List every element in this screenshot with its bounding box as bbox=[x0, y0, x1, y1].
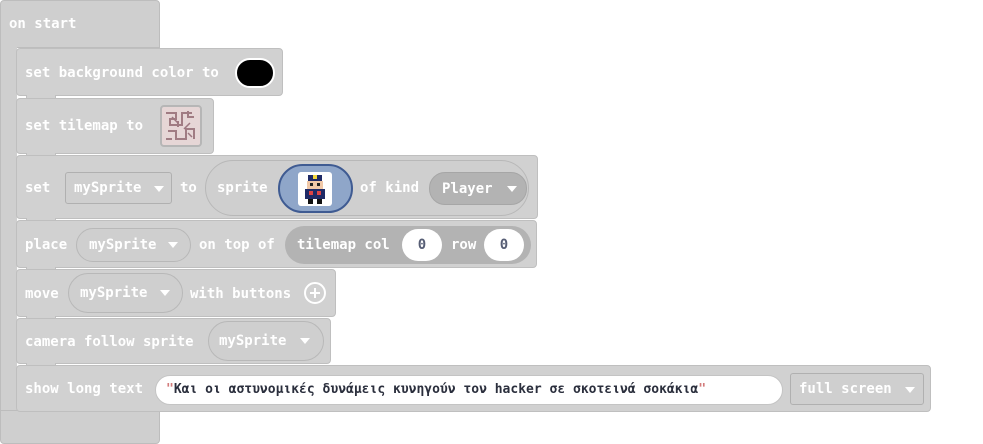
text-input[interactable]: "Και οι αστυνομικές δυνάμεις κυνηγούν το… bbox=[155, 375, 783, 405]
set-label: set bbox=[25, 180, 51, 196]
to-label: to bbox=[180, 180, 197, 196]
row-value: 0 bbox=[499, 237, 509, 253]
show-long-text-label: show long text bbox=[25, 381, 144, 397]
row-input[interactable]: 0 bbox=[484, 229, 524, 261]
chevron-down-icon bbox=[507, 186, 517, 192]
on-start-label: on start bbox=[9, 16, 77, 32]
set-background-color-label: set background color to bbox=[25, 65, 219, 81]
camera-follow-label: camera follow sprite bbox=[25, 334, 194, 350]
variable-dropdown[interactable]: mySprite bbox=[208, 321, 324, 361]
color-swatch[interactable] bbox=[235, 58, 275, 88]
tilemap-location-reporter[interactable]: tilemap col 0 row 0 bbox=[285, 226, 531, 264]
set-tilemap-block[interactable]: set tilemap to bbox=[16, 98, 214, 154]
dialog-layout-dropdown[interactable]: full screen bbox=[790, 373, 924, 405]
tilemap-thumbnail-icon[interactable] bbox=[160, 105, 202, 147]
variable-name: mySprite bbox=[89, 237, 157, 253]
chevron-down-icon bbox=[168, 242, 178, 248]
variable-dropdown[interactable]: mySprite bbox=[68, 273, 183, 313]
with-buttons-label: with buttons bbox=[190, 286, 292, 302]
variable-name: mySprite bbox=[80, 285, 148, 301]
sprite-of-kind-reporter[interactable]: sprite of kind Player bbox=[205, 160, 529, 216]
add-circle-icon[interactable] bbox=[304, 282, 326, 304]
sprite-image-icon[interactable] bbox=[278, 164, 353, 213]
kind-dropdown[interactable]: Player bbox=[429, 172, 527, 205]
set-background-color-block[interactable]: set background color to bbox=[16, 48, 283, 96]
tilemap-col-label: tilemap col bbox=[297, 237, 390, 253]
place-on-top-block[interactable]: place mySprite on top of tilemap col 0 r… bbox=[16, 220, 537, 268]
place-label: place bbox=[25, 237, 68, 253]
move-label: move bbox=[25, 286, 59, 302]
on-start-hat-block[interactable]: on start bbox=[0, 0, 160, 48]
close-quote: " bbox=[698, 382, 707, 397]
column-value: 0 bbox=[417, 237, 427, 253]
variable-dropdown[interactable]: mySprite bbox=[76, 228, 191, 262]
text-value: Και οι αστυνομικές δυνάμεις κυνηγούν τον… bbox=[173, 382, 699, 397]
move-with-buttons-block[interactable]: move mySprite with buttons bbox=[16, 269, 336, 317]
show-long-text-block[interactable]: show long text "Και οι αστυνομικές δυνάμ… bbox=[16, 365, 931, 412]
open-quote: " bbox=[166, 382, 174, 397]
set-tilemap-label: set tilemap to bbox=[25, 118, 144, 134]
set-sprite-block[interactable]: set mySprite to sprite of kind Player bbox=[16, 155, 538, 219]
variable-name: mySprite bbox=[219, 333, 287, 349]
sprite-label: sprite bbox=[217, 180, 268, 196]
row-label: row bbox=[451, 237, 477, 253]
column-input[interactable]: 0 bbox=[402, 229, 442, 261]
chevron-down-icon bbox=[160, 290, 170, 296]
variable-dropdown[interactable]: mySprite bbox=[65, 172, 172, 204]
on-top-of-label: on top of bbox=[199, 237, 275, 253]
variable-name: mySprite bbox=[74, 180, 142, 196]
chevron-down-icon bbox=[905, 387, 915, 393]
chevron-down-icon bbox=[300, 338, 310, 344]
dialog-layout-value: full screen bbox=[799, 381, 892, 397]
chevron-down-icon bbox=[154, 186, 164, 192]
kind-value: Player bbox=[442, 181, 493, 197]
on-start-spine bbox=[0, 46, 17, 412]
camera-follow-block[interactable]: camera follow sprite mySprite bbox=[16, 318, 331, 364]
on-start-bottom-cap bbox=[0, 410, 160, 444]
of-kind-label: of kind bbox=[360, 180, 420, 196]
